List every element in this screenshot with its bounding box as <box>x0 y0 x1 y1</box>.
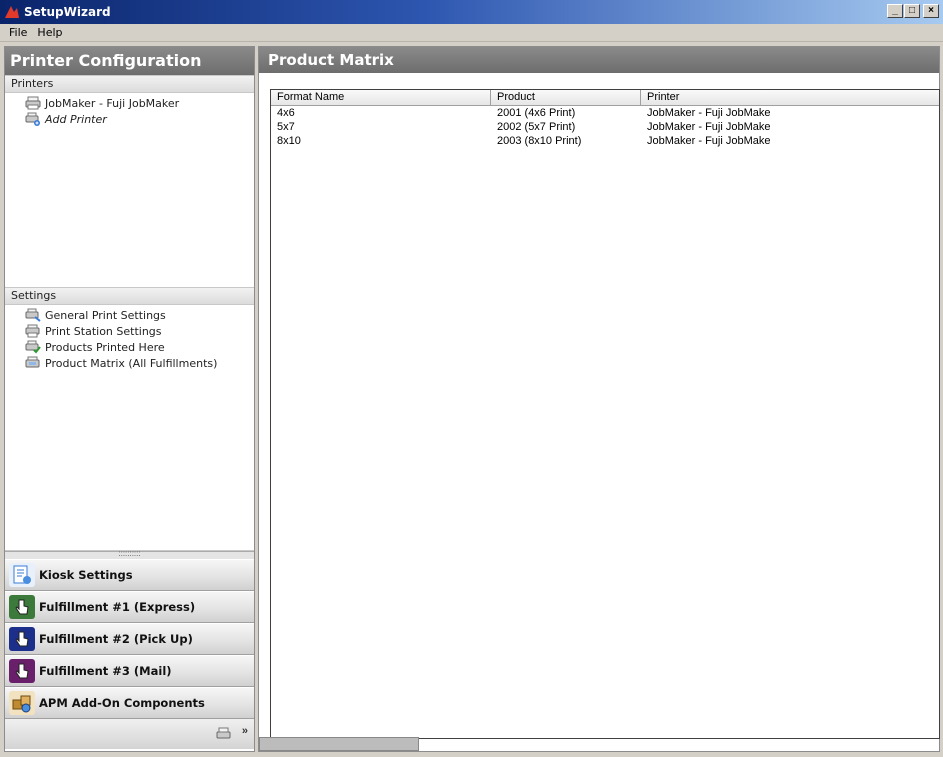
panel-title: Printer Configuration <box>5 47 254 75</box>
kiosk-settings-icon <box>9 563 35 587</box>
window-title: SetupWizard <box>24 5 111 19</box>
minimize-button[interactable]: _ <box>887 4 903 18</box>
nav-fulfillment-2-label: Fulfillment #2 (Pick Up) <box>39 632 193 646</box>
matrix-icon <box>25 356 41 370</box>
products-icon <box>25 340 41 354</box>
nav-fulfillment-1[interactable]: Fulfillment #1 (Express) <box>5 591 254 623</box>
nav-fulfillment-3[interactable]: Fulfillment #3 (Mail) <box>5 655 254 687</box>
nav-footer: » <box>5 719 254 749</box>
table-row[interactable]: 5x7 2002 (5x7 Print) JobMaker - Fuji Job… <box>271 120 939 134</box>
title-bar: SetupWizard _ □ × <box>0 0 943 24</box>
horizontal-scrollbar[interactable] <box>259 737 419 751</box>
column-header-format-name[interactable]: Format Name <box>271 90 491 105</box>
menu-help[interactable]: Help <box>32 26 67 39</box>
nav-apm-add-on[interactable]: APM Add-On Components <box>5 687 254 719</box>
nav-apm-add-on-label: APM Add-On Components <box>39 696 205 710</box>
hand-pointer-icon <box>9 595 35 619</box>
nav-fulfillment-1-label: Fulfillment #1 (Express) <box>39 600 196 614</box>
tree-item-product-matrix[interactable]: Product Matrix (All Fulfillments) <box>5 355 254 371</box>
components-icon <box>9 691 35 715</box>
hand-pointer-icon <box>9 659 35 683</box>
settings-tree: General Print Settings Print Station Set… <box>5 305 254 551</box>
tree-item-print-station-settings[interactable]: Print Station Settings <box>5 323 254 339</box>
printer-label: JobMaker - Fuji JobMaker <box>45 96 180 110</box>
right-panel: Product Matrix Format Name Product Print… <box>258 46 940 752</box>
cell-product: 2003 (8x10 Print) <box>497 135 582 147</box>
printer-small-icon[interactable] <box>216 726 232 742</box>
close-button[interactable]: × <box>923 4 939 18</box>
cell-format-name: 8x10 <box>277 135 301 147</box>
grid-header-row: Format Name Product Printer <box>271 90 939 106</box>
nav-kiosk-settings-label: Kiosk Settings <box>39 568 133 582</box>
product-matrix-grid: Format Name Product Printer 4x6 2001 (4x… <box>270 89 940 739</box>
add-printer-icon <box>25 112 41 126</box>
print-settings-icon <box>25 308 41 322</box>
settings-section-header: Settings <box>5 287 254 305</box>
products-printed-here-label: Products Printed Here <box>45 340 165 354</box>
column-header-printer[interactable]: Printer <box>641 90 939 105</box>
tree-item-general-print-settings[interactable]: General Print Settings <box>5 307 254 323</box>
product-matrix-label: Product Matrix (All Fulfillments) <box>45 356 218 370</box>
chevron-right-icon[interactable]: » <box>242 725 248 737</box>
printers-tree: JobMaker - Fuji JobMaker Add Printer <box>5 93 254 287</box>
nav-fulfillment-3-label: Fulfillment #3 (Mail) <box>39 664 172 678</box>
maximize-button[interactable]: □ <box>904 4 920 18</box>
menu-file[interactable]: File <box>4 26 32 39</box>
cell-product: 2002 (5x7 Print) <box>497 121 576 133</box>
general-print-settings-label: General Print Settings <box>45 308 166 322</box>
content-title: Product Matrix <box>259 47 939 73</box>
add-printer-label: Add Printer <box>45 112 107 126</box>
app-logo-icon <box>4 4 20 20</box>
tree-item-printer[interactable]: JobMaker - Fuji JobMaker <box>5 95 254 111</box>
cell-printer: JobMaker - Fuji JobMake <box>647 107 771 119</box>
column-header-product[interactable]: Product <box>491 90 641 105</box>
printers-section-header: Printers <box>5 75 254 93</box>
printer-icon <box>25 96 41 110</box>
nav-fulfillment-2[interactable]: Fulfillment #2 (Pick Up) <box>5 623 254 655</box>
cell-printer: JobMaker - Fuji JobMake <box>647 121 771 133</box>
menu-bar: File Help <box>0 24 943 42</box>
panel-splitter[interactable]: :::::::::: <box>5 550 254 559</box>
tree-item-products-printed-here[interactable]: Products Printed Here <box>5 339 254 355</box>
cell-format-name: 4x6 <box>277 107 295 119</box>
cell-format-name: 5x7 <box>277 121 295 133</box>
cell-printer: JobMaker - Fuji JobMake <box>647 135 771 147</box>
nav-kiosk-settings[interactable]: Kiosk Settings <box>5 559 254 591</box>
table-row[interactable]: 4x6 2001 (4x6 Print) JobMaker - Fuji Job… <box>271 106 939 120</box>
table-row[interactable]: 8x10 2003 (8x10 Print) JobMaker - Fuji J… <box>271 134 939 148</box>
left-panel: Printer Configuration Printers JobMaker … <box>4 46 255 752</box>
print-station-icon <box>25 324 41 338</box>
cell-product: 2001 (4x6 Print) <box>497 107 576 119</box>
tree-item-add-printer[interactable]: Add Printer <box>5 111 254 127</box>
print-station-settings-label: Print Station Settings <box>45 324 162 338</box>
hand-pointer-icon <box>9 627 35 651</box>
